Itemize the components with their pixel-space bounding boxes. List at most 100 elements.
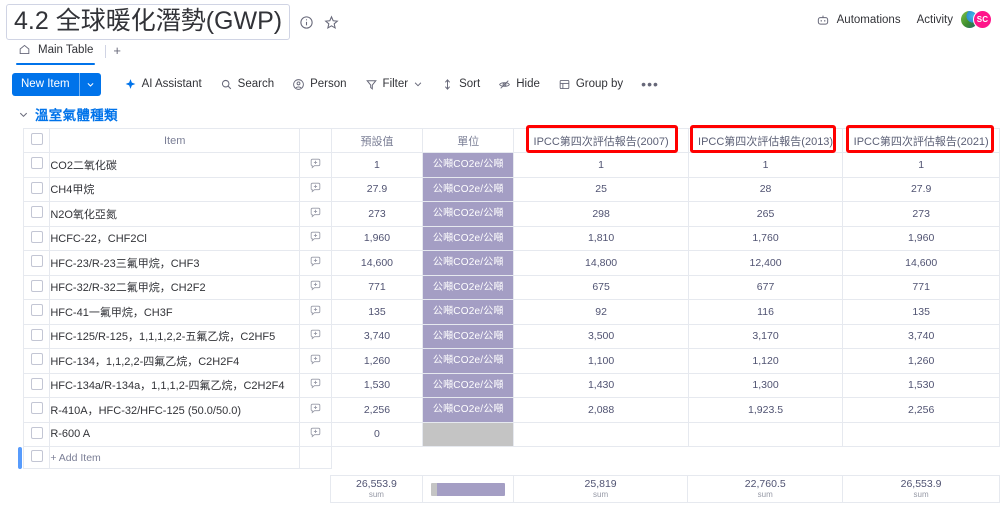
add-comment-icon[interactable] [299, 372, 332, 398]
row-checkbox-cell[interactable] [23, 274, 51, 300]
row-ipcc-2021-value[interactable] [842, 421, 1000, 447]
column-header-ipcc-2013[interactable]: IPCC第四次評估報告(2013) [687, 128, 844, 153]
row-item-name[interactable]: HFC-32/R-32二氟甲烷，CH2F2 [49, 274, 301, 300]
row-checkbox-cell[interactable] [23, 225, 51, 251]
row-ipcc-2013-value[interactable]: 28 [687, 176, 844, 202]
row-item-name[interactable]: HFC-125/R-125，1,1,1,2,2-五氟乙烷，C2HF5 [49, 323, 301, 349]
row-unit-cell[interactable] [422, 421, 515, 447]
select-all-checkbox[interactable] [30, 133, 43, 145]
table-row[interactable]: N2O氧化亞氮 273 公噸CO2e/公噸 298 265 273 [18, 201, 1000, 227]
hide-button[interactable]: Hide [489, 75, 549, 94]
column-header-ipcc-2021[interactable]: IPCC第四次評估報告(2021) [842, 128, 1000, 153]
row-item-name[interactable]: HFC-134a/R-134a，1,1,1,2-四氟乙烷，C2H2F4 [49, 372, 301, 398]
avatar[interactable]: SC [973, 10, 992, 29]
add-comment-icon[interactable] [299, 274, 332, 300]
row-checkbox-cell[interactable] [23, 250, 51, 276]
summary-unit-bar[interactable] [421, 475, 514, 503]
row-ipcc-2007-value[interactable]: 92 [513, 299, 689, 325]
row-ipcc-2013-value[interactable]: 3,170 [687, 323, 844, 349]
row-ipcc-2021-value[interactable]: 1 [842, 152, 1000, 178]
row-checkbox[interactable] [30, 230, 43, 243]
row-ipcc-2021-value[interactable]: 27.9 [842, 176, 1000, 202]
row-ipcc-2021-value[interactable]: 1,960 [842, 225, 1000, 251]
chevron-down-icon[interactable] [80, 73, 101, 96]
row-ipcc-2013-value[interactable]: 1,760 [687, 225, 844, 251]
column-header-default[interactable]: 預設值 [330, 128, 424, 153]
row-item-name[interactable]: HFC-134，1,1,2,2-四氟乙烷，C2H2F4 [49, 348, 301, 374]
row-unit-cell[interactable]: 公噸CO2e/公噸 [422, 274, 515, 300]
add-comment-icon[interactable] [299, 397, 332, 423]
table-row[interactable]: CO2二氧化碳 1 公噸CO2e/公噸 1 1 1 [18, 152, 1000, 178]
row-unit-cell[interactable]: 公噸CO2e/公噸 [422, 250, 515, 276]
column-header-unit[interactable]: 單位 [422, 128, 515, 153]
row-checkbox[interactable] [30, 353, 43, 366]
row-default-value[interactable]: 135 [330, 299, 424, 325]
row-checkbox[interactable] [30, 304, 43, 317]
row-ipcc-2007-value[interactable]: 1 [513, 152, 689, 178]
row-default-value[interactable]: 14,600 [330, 250, 424, 276]
row-default-value[interactable]: 771 [330, 274, 424, 300]
row-ipcc-2007-value[interactable]: 675 [513, 274, 689, 300]
summary-ipcc-2021[interactable]: 26,553.9 sum [842, 475, 1000, 503]
row-ipcc-2007-value[interactable]: 1,810 [513, 225, 689, 251]
row-checkbox[interactable] [30, 328, 43, 341]
row-item-name[interactable]: R-600 A [49, 421, 301, 447]
add-comment-icon[interactable] [299, 299, 332, 325]
row-default-value[interactable]: 273 [330, 201, 424, 227]
add-comment-icon[interactable] [299, 250, 332, 276]
row-ipcc-2013-value[interactable]: 677 [687, 274, 844, 300]
row-ipcc-2021-value[interactable]: 3,740 [842, 323, 1000, 349]
row-ipcc-2013-value[interactable]: 1,300 [687, 372, 844, 398]
row-ipcc-2021-value[interactable]: 14,600 [842, 250, 1000, 276]
row-unit-cell[interactable]: 公噸CO2e/公噸 [422, 176, 515, 202]
row-checkbox-cell[interactable] [23, 446, 51, 469]
row-ipcc-2007-value[interactable]: 2,088 [513, 397, 689, 423]
row-unit-cell[interactable]: 公噸CO2e/公噸 [422, 397, 515, 423]
row-item-name[interactable]: CO2二氧化碳 [49, 152, 301, 178]
row-item-name[interactable]: HFC-23/R-23三氟甲烷，CHF3 [49, 250, 301, 276]
summary-ipcc-2013[interactable]: 22,760.5 sum [687, 475, 844, 503]
table-row[interactable]: HFC-41一氟甲烷，CH3F 135 公噸CO2e/公噸 92 116 135 [18, 299, 1000, 325]
row-item-name[interactable]: R-410A，HFC-32/HFC-125 (50.0/50.0) [49, 397, 301, 423]
search-button[interactable]: Search [211, 75, 283, 94]
row-ipcc-2021-value[interactable]: 1,260 [842, 348, 1000, 374]
row-checkbox-cell[interactable] [23, 348, 51, 374]
new-item-button[interactable]: New Item [12, 72, 101, 96]
row-checkbox[interactable] [30, 279, 43, 292]
row-item-name[interactable]: N2O氧化亞氮 [49, 201, 301, 227]
row-ipcc-2013-value[interactable]: 265 [687, 201, 844, 227]
row-checkbox-cell[interactable] [23, 299, 51, 325]
row-ipcc-2007-value[interactable] [513, 421, 689, 447]
select-all-checkbox-cell[interactable] [23, 128, 51, 153]
group-header[interactable]: 溫室氣體種類 [0, 98, 1000, 128]
summary-ipcc-2007[interactable]: 25,819 sum [512, 475, 689, 503]
table-row[interactable]: R-600 A 0 [18, 421, 1000, 447]
star-icon[interactable] [323, 14, 340, 31]
row-ipcc-2007-value[interactable]: 1,430 [513, 372, 689, 398]
row-unit-cell[interactable]: 公噸CO2e/公噸 [422, 201, 515, 227]
page-title[interactable]: 4.2 全球暖化潛勢(GWP) [6, 4, 291, 40]
row-ipcc-2013-value[interactable]: 1,923.5 [687, 397, 844, 423]
row-ipcc-2013-value[interactable] [687, 421, 844, 447]
row-checkbox-cell[interactable] [23, 201, 51, 227]
row-ipcc-2007-value[interactable]: 1,100 [513, 348, 689, 374]
row-ipcc-2007-value[interactable]: 14,800 [513, 250, 689, 276]
person-button[interactable]: Person [283, 75, 355, 94]
sort-button[interactable]: Sort [432, 75, 489, 94]
row-unit-cell[interactable]: 公噸CO2e/公噸 [422, 372, 515, 398]
row-unit-cell[interactable]: 公噸CO2e/公噸 [422, 323, 515, 349]
automations-button[interactable]: Automations [815, 11, 901, 28]
row-default-value[interactable]: 1,960 [330, 225, 424, 251]
row-checkbox[interactable] [30, 157, 43, 170]
activity-button[interactable]: Activity SC [917, 10, 992, 29]
tab-main-table[interactable]: Main Table [12, 39, 103, 65]
row-checkbox[interactable] [30, 377, 43, 390]
row-checkbox-cell[interactable] [23, 323, 51, 349]
row-default-value[interactable]: 27.9 [330, 176, 424, 202]
table-row[interactable]: HFC-125/R-125，1,1,1,2,2-五氟乙烷，C2HF5 3,740 公… [18, 323, 1000, 349]
row-ipcc-2013-value[interactable]: 12,400 [687, 250, 844, 276]
row-ipcc-2021-value[interactable]: 273 [842, 201, 1000, 227]
row-unit-cell[interactable]: 公噸CO2e/公噸 [422, 348, 515, 374]
row-item-name[interactable]: HFC-41一氟甲烷，CH3F [49, 299, 301, 325]
row-ipcc-2013-value[interactable]: 116 [687, 299, 844, 325]
